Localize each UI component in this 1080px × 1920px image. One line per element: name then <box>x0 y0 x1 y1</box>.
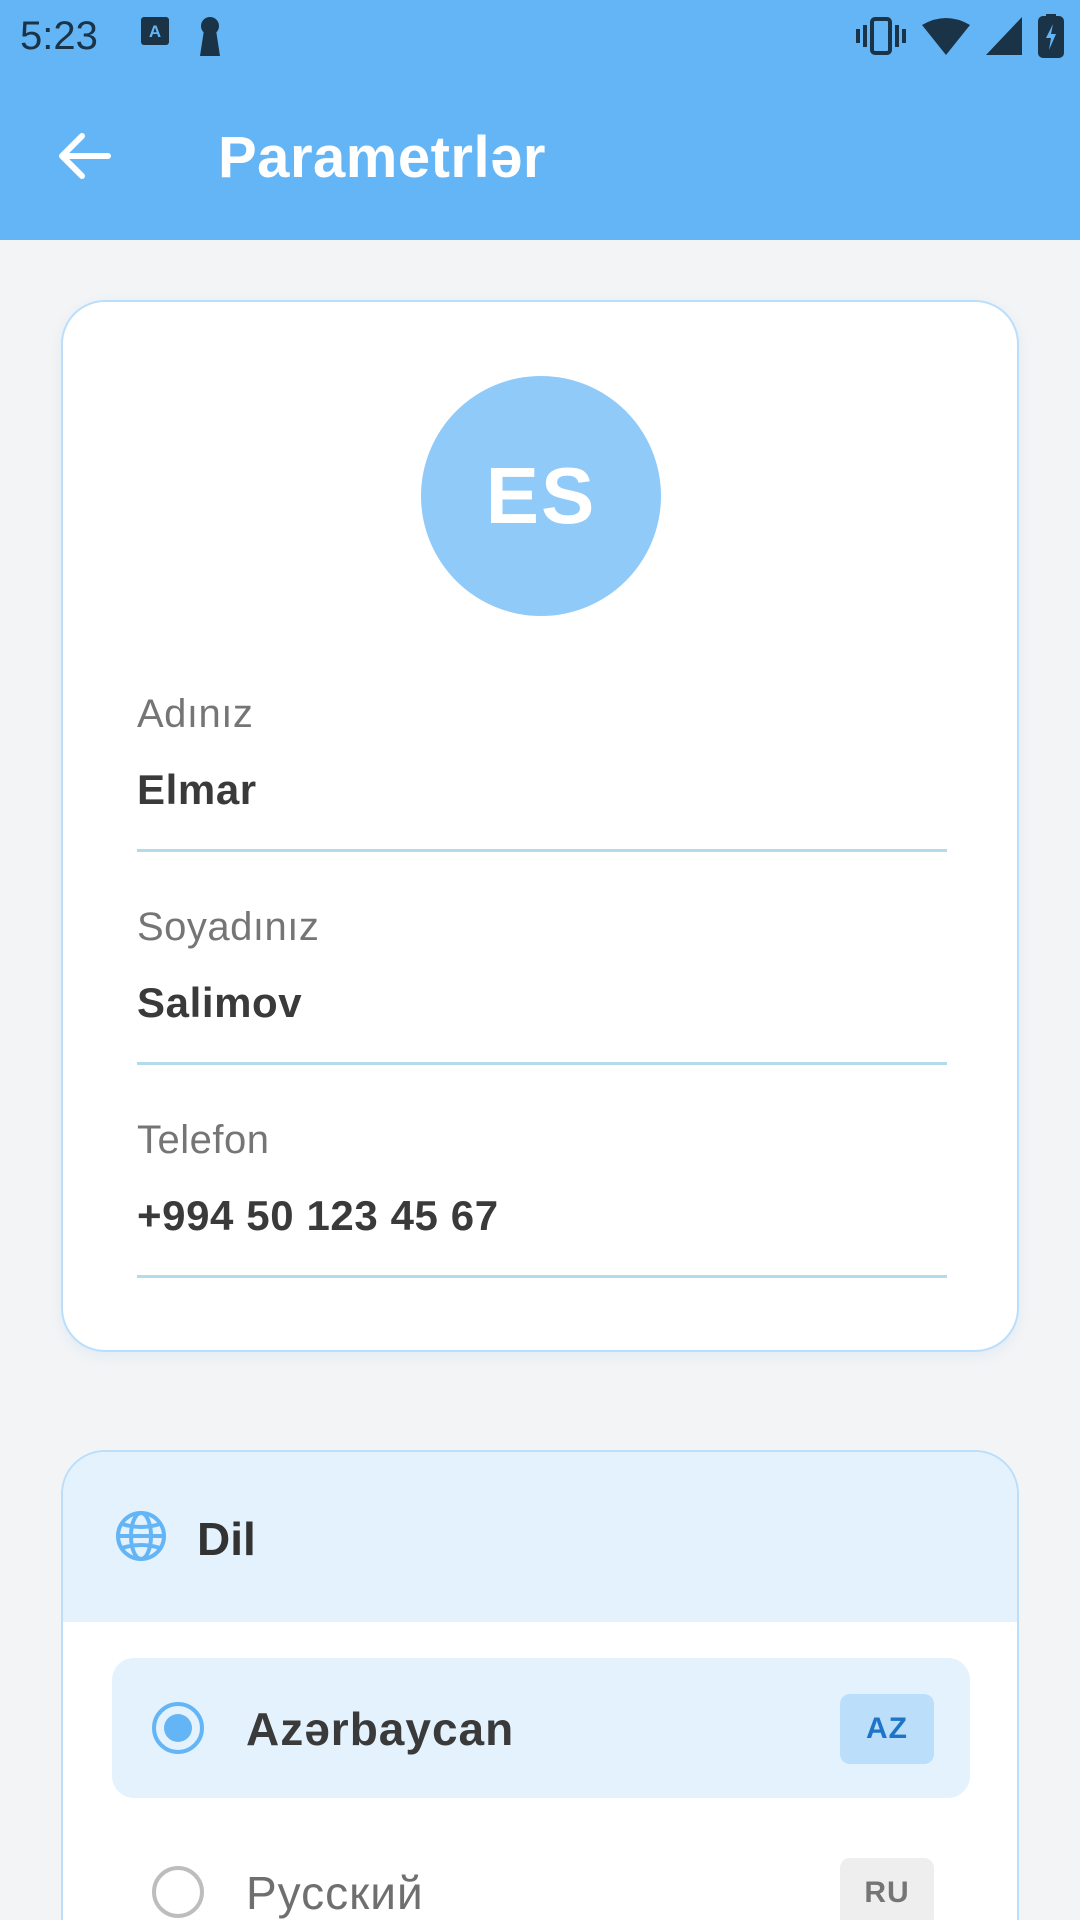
language-code-az: AZ <box>840 1694 934 1764</box>
language-option-az[interactable]: Azərbaycan AZ <box>112 1658 970 1798</box>
first-name-field[interactable]: Adınız <box>137 692 947 852</box>
first-name-label: Adınız <box>137 692 254 736</box>
language-header: Dil <box>63 1452 1017 1622</box>
page-title: Parametrlər <box>218 125 546 190</box>
status-left-icons: A <box>140 16 224 58</box>
status-time: 5:23 <box>20 14 98 58</box>
wifi-icon <box>922 17 970 55</box>
last-name-label: Soyadınız <box>137 905 320 949</box>
arrow-left-icon <box>56 131 112 186</box>
vibrate-icon <box>856 15 906 57</box>
svg-text:A: A <box>149 22 161 41</box>
signal-icon <box>986 17 1022 55</box>
first-name-input[interactable] <box>137 766 947 814</box>
phone-field[interactable]: Telefon <box>137 1118 947 1278</box>
language-code-ru: RU <box>840 1858 934 1920</box>
avatar: ES <box>421 376 661 616</box>
app-bar: Parametrlər <box>0 74 1080 240</box>
keyboard-a-icon: A <box>140 16 170 58</box>
phone-label: Telefon <box>137 1118 270 1162</box>
battery-charging-icon <box>1038 14 1064 58</box>
language-title: Dil <box>197 1513 256 1565</box>
language-name-ru: Русский <box>246 1867 424 1919</box>
language-option-ru[interactable]: Русский RU <box>112 1822 970 1920</box>
language-card: Dil Azərbaycan AZ Русский RU <box>61 1450 1019 1920</box>
status-bar: 5:23 A <box>0 0 1080 74</box>
keyhole-icon <box>196 16 224 58</box>
back-button[interactable] <box>44 118 124 198</box>
radio-az[interactable] <box>152 1702 204 1754</box>
phone-input[interactable] <box>137 1192 947 1240</box>
profile-card: ES Adınız Soyadınız Telefon <box>61 300 1019 1352</box>
last-name-input[interactable] <box>137 979 947 1027</box>
globe-icon <box>115 1510 167 1567</box>
radio-ru[interactable] <box>152 1866 204 1918</box>
last-name-field[interactable]: Soyadınız <box>137 905 947 1065</box>
status-right-icons <box>856 14 1064 58</box>
language-name-az: Azərbaycan <box>246 1703 515 1755</box>
